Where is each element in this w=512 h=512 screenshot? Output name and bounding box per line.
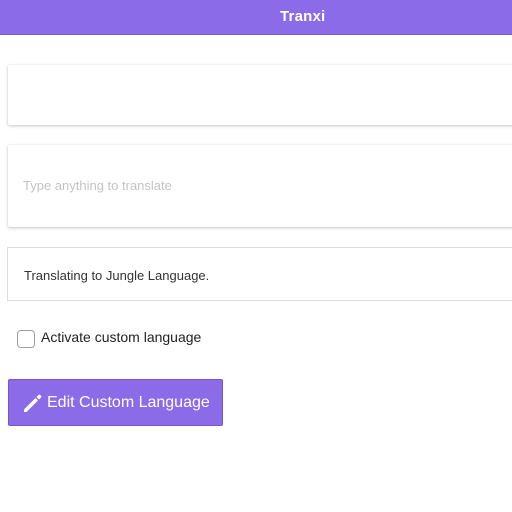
custom-language-checkbox-label[interactable]: Activate custom language [41, 329, 201, 345]
status-box: Translating to Jungle Language. [7, 247, 512, 301]
app-title: Tranxi [280, 8, 326, 25]
custom-language-checkbox[interactable] [17, 330, 35, 348]
edit-custom-language-button[interactable]: Edit Custom Language [8, 379, 223, 426]
translate-input[interactable] [23, 178, 503, 193]
app-header: Tranxi [0, 0, 512, 35]
edit-custom-language-label: Edit Custom Language [47, 394, 210, 411]
translation-output-box [8, 65, 512, 125]
pencil-icon [22, 392, 44, 414]
translation-input-card[interactable] [8, 145, 512, 227]
status-text: Translating to Jungle Language. [24, 268, 210, 283]
